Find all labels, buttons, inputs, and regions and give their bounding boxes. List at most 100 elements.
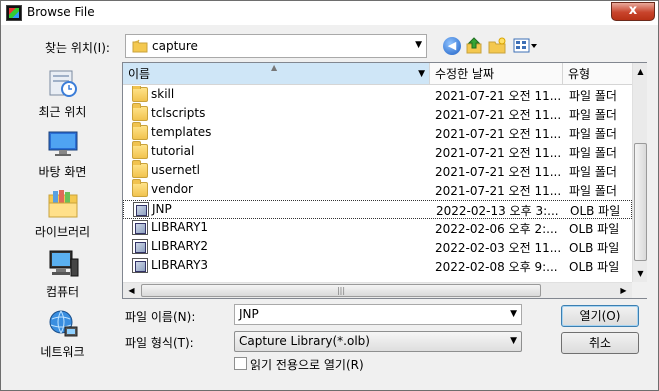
new-folder-icon[interactable] xyxy=(488,37,506,55)
vertical-scrollbar[interactable]: ▲ ▼ xyxy=(632,63,647,282)
close-button[interactable]: x xyxy=(611,2,655,21)
file-name: JNP xyxy=(152,202,172,216)
desktop-icon xyxy=(48,131,78,156)
folder-row[interactable]: templates 2021-07-21 오전 11... 파일 폴더 xyxy=(123,122,632,143)
file-row[interactable]: LIBRARY2 2022-02-03 오전 11... OLB 파일 xyxy=(123,238,632,257)
sort-ascending-icon: ▲ xyxy=(271,63,278,72)
file-name: templates xyxy=(151,125,212,139)
place-label: 최근 위치 xyxy=(38,105,87,119)
libraries-icon xyxy=(48,190,78,218)
filetype-select[interactable]: Capture Library(*.olb) ▼ xyxy=(234,331,522,352)
file-name: skill xyxy=(151,87,175,101)
lookin-value: capture xyxy=(152,39,198,53)
up-folder-icon[interactable] xyxy=(465,37,483,55)
folder-icon xyxy=(132,141,148,159)
chevron-down-icon[interactable]: ▼ xyxy=(510,305,517,324)
file-row-selected[interactable]: JNP 2022-02-13 오후 3:... OLB 파일 xyxy=(123,200,632,219)
place-label: 네트워크 xyxy=(40,345,85,359)
file-type: 파일 폴더 xyxy=(569,127,617,141)
browse-file-dialog: Browse File x 찾는 위치(I): capture ▼ ◀ 최근 위… xyxy=(0,0,659,391)
file-name: vendor xyxy=(151,182,193,196)
vertical-scroll-thumb[interactable] xyxy=(634,143,647,261)
title-bar: Browse File x xyxy=(1,1,658,25)
file-type: 파일 폴더 xyxy=(569,146,617,160)
file-type: 파일 폴더 xyxy=(569,165,617,179)
place-label: 바탕 화면 xyxy=(38,165,87,179)
olb-file-icon xyxy=(133,202,149,217)
window-title: Browse File xyxy=(27,5,95,19)
folder-row[interactable]: tutorial 2021-07-21 오전 11... 파일 폴더 xyxy=(123,141,632,162)
filetype-label: 파일 형식(T): xyxy=(125,336,194,350)
computer-icon xyxy=(49,250,79,277)
file-name: LIBRARY2 xyxy=(151,239,209,253)
folder-icon xyxy=(132,122,148,140)
place-label: 컴퓨터 xyxy=(45,285,80,299)
file-type: OLB 파일 xyxy=(569,241,620,255)
lookin-combo[interactable]: capture ▼ xyxy=(125,34,427,58)
scroll-left-icon[interactable]: ◀ xyxy=(123,283,140,299)
place-label: 라이브러리 xyxy=(34,225,91,239)
place-recent[interactable]: 최근 위치 xyxy=(7,67,118,127)
file-list-view: 이름 ▲ ▼ 수정한 날짜 유형 skill 2021-07-21 오전 11.… xyxy=(122,62,647,299)
folder-row[interactable]: vendor 2021-07-21 오전 11... 파일 폴더 xyxy=(123,179,632,200)
filename-label: 파일 이름(N): xyxy=(125,310,196,324)
scroll-right-icon[interactable]: ▶ xyxy=(615,283,632,299)
olb-file-icon xyxy=(132,258,148,273)
cancel-button[interactable]: 취소 xyxy=(561,332,639,354)
file-date: 2022-02-13 오후 3:... xyxy=(436,204,559,218)
place-libraries[interactable]: 라이브러리 xyxy=(7,187,118,247)
file-type: 파일 폴더 xyxy=(569,184,617,198)
file-date: 2021-07-21 오전 11... xyxy=(435,108,562,122)
place-desktop[interactable]: 바탕 화면 xyxy=(7,127,118,187)
file-type: 파일 폴더 xyxy=(569,108,617,122)
file-date: 2021-07-21 오전 11... xyxy=(435,127,562,141)
folder-row[interactable]: tclscripts 2021-07-21 오전 11... 파일 폴더 xyxy=(123,103,632,124)
file-name: tclscripts xyxy=(151,106,206,120)
scroll-down-icon[interactable]: ▼ xyxy=(633,265,648,282)
scroll-up-icon[interactable]: ▲ xyxy=(633,63,648,80)
chevron-down-icon[interactable]: ▼ xyxy=(415,40,422,50)
folder-icon xyxy=(132,86,148,102)
chevron-down-icon[interactable]: ▼ xyxy=(418,63,425,85)
column-header-label: 이름 xyxy=(128,67,151,81)
recent-places-icon xyxy=(49,70,77,97)
filename-input[interactable]: JNP ▼ xyxy=(234,304,522,325)
file-type: OLB 파일 xyxy=(569,222,620,236)
network-icon xyxy=(49,310,78,337)
file-name: usernetl xyxy=(151,163,200,177)
column-header-type[interactable]: 유형 xyxy=(563,63,633,85)
file-date: 2021-07-21 오전 11... xyxy=(435,165,562,179)
place-network[interactable]: 네트워크 xyxy=(7,307,118,367)
olb-file-icon xyxy=(132,220,148,235)
folder-icon xyxy=(132,160,148,178)
file-type: OLB 파일 xyxy=(569,260,620,274)
file-rows: skill 2021-07-21 오전 11... 파일 폴더 tclscrip… xyxy=(123,86,632,282)
open-button[interactable]: 열기(O) xyxy=(561,305,639,327)
chevron-down-icon[interactable]: ▼ xyxy=(510,332,517,351)
views-menu-icon[interactable] xyxy=(513,37,539,55)
readonly-checkbox[interactable] xyxy=(234,357,247,370)
file-date: 2022-02-06 오후 2:... xyxy=(435,222,558,236)
back-icon[interactable]: ◀ xyxy=(443,37,461,55)
place-computer[interactable]: 컴퓨터 xyxy=(7,247,118,307)
olb-file-icon xyxy=(132,239,148,254)
file-name: LIBRARY3 xyxy=(151,258,209,272)
file-row[interactable]: LIBRARY1 2022-02-06 오후 2:... OLB 파일 xyxy=(123,219,632,238)
lookin-label: 찾는 위치(I): xyxy=(45,41,110,55)
readonly-label: 읽기 전용으로 열기(R) xyxy=(250,358,364,372)
file-date: 2021-07-21 오전 11... xyxy=(435,184,562,198)
horizontal-scroll-thumb[interactable]: ||| xyxy=(141,284,541,297)
folder-row[interactable]: usernetl 2021-07-21 오전 11... 파일 폴더 xyxy=(123,160,632,181)
folder-icon xyxy=(132,179,148,197)
folder-icon xyxy=(132,39,148,53)
file-type: OLB 파일 xyxy=(570,204,621,218)
file-name: LIBRARY1 xyxy=(151,220,209,234)
filename-value: JNP xyxy=(239,307,259,321)
column-header-date[interactable]: 수정한 날짜 xyxy=(430,63,563,85)
file-row[interactable]: LIBRARY3 2022-02-08 오후 9:... OLB 파일 xyxy=(123,257,632,276)
horizontal-scrollbar[interactable]: ◀ ||| ▶ xyxy=(123,282,632,298)
column-header-name[interactable]: 이름 ▲ ▼ xyxy=(123,63,430,85)
folder-row[interactable]: skill 2021-07-21 오전 11... 파일 폴더 xyxy=(123,86,632,105)
file-date: 2021-07-21 오전 11... xyxy=(435,89,562,103)
file-type: 파일 폴더 xyxy=(569,89,617,103)
